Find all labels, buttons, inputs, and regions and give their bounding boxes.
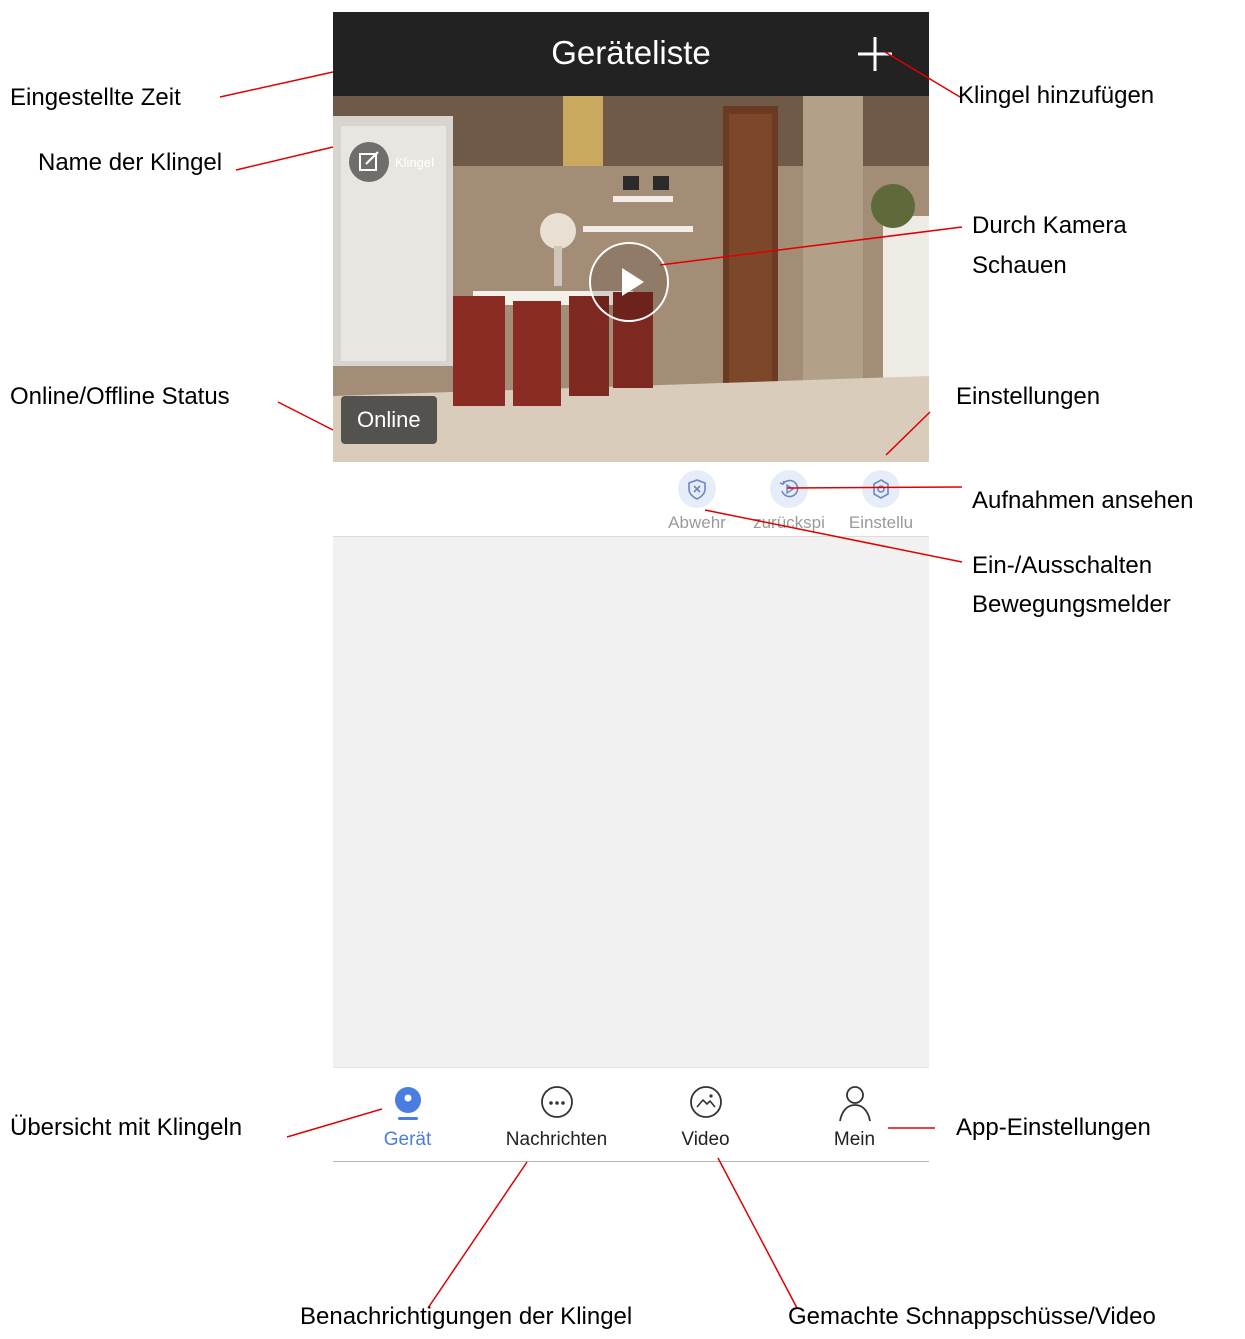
callout-add-doorbell: Klingel hinzufügen xyxy=(958,82,1155,109)
callout-settings: Einstellungen xyxy=(956,383,1101,410)
callout-recordings: Aufnahmen ansehen xyxy=(972,487,1194,514)
callout-online-status: Online/Offline Status xyxy=(10,383,230,410)
callout-notifications: Benachrichtigungen der Klingel xyxy=(300,1303,633,1330)
callout-app-settings: App-Einstellungen xyxy=(956,1114,1151,1141)
callout-doorbell-name: Name der Klingel xyxy=(38,149,223,176)
callout-view-camera-line2: Schauen xyxy=(972,252,1067,279)
callout-motion-line2: Bewegungsmelder xyxy=(972,591,1171,618)
callout-set-time: Eingestellte Zeit xyxy=(10,84,181,111)
callout-snapshots: Gemachte Schnappschüsse/Video xyxy=(788,1303,1156,1330)
callout-view-camera-line1: Durch Kamera xyxy=(972,212,1127,239)
callout-overview: Übersicht mit Klingeln xyxy=(10,1114,243,1141)
callout-motion-line1: Ein-/Ausschalten xyxy=(972,552,1153,579)
